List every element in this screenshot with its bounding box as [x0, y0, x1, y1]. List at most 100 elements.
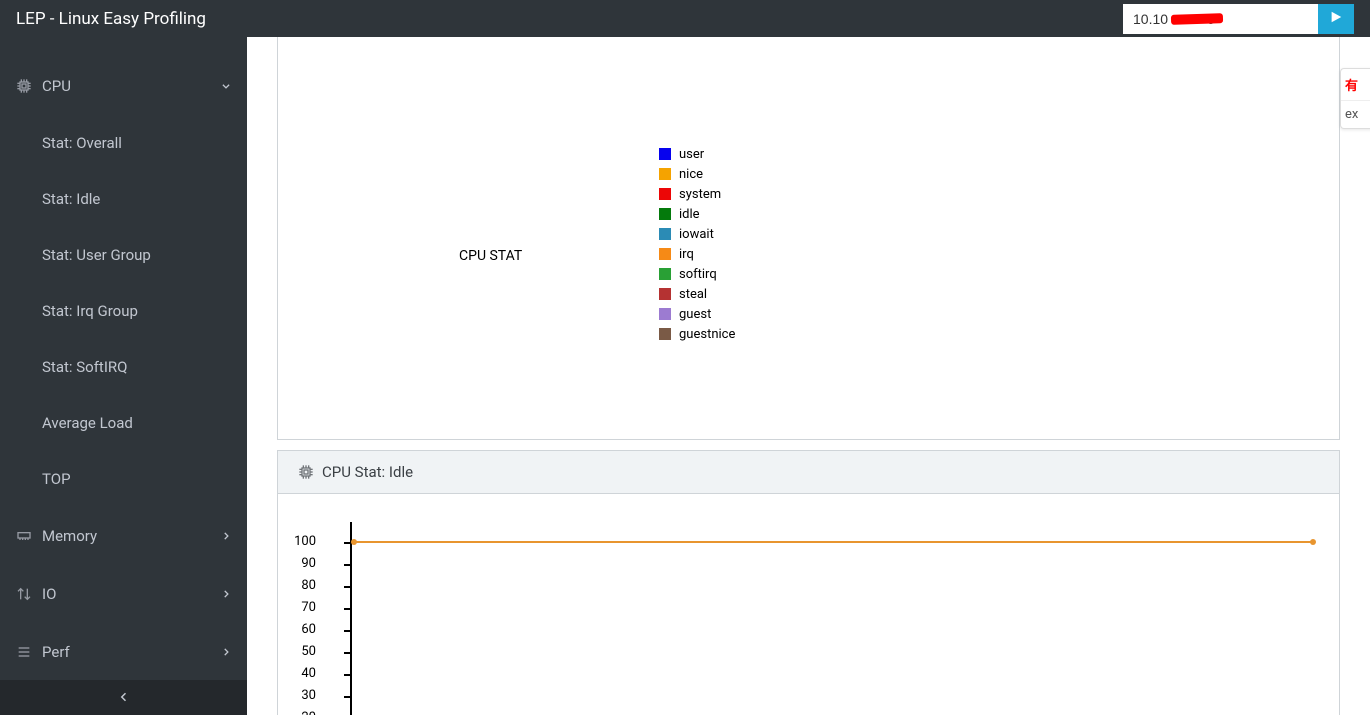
- legend-item-idle: idle: [659, 204, 735, 224]
- sidebar-sub-stat-user-group[interactable]: Stat: User Group: [0, 227, 247, 283]
- chevron-right-icon: [221, 585, 231, 603]
- y-tick: 90: [286, 556, 316, 571]
- chart-legend: user nice system idle iowait irq softirq…: [659, 144, 735, 344]
- card-title: CPU Stat: Idle: [322, 463, 413, 481]
- sidebar-sub-stat-irq-group[interactable]: Stat: Irq Group: [0, 283, 247, 339]
- sidebar: CPU Stat: Overall Stat: Idle Stat: User …: [0, 37, 247, 715]
- legend-item-guest: guest: [659, 304, 735, 324]
- legend-label: irq: [679, 247, 694, 262]
- legend-label: softirq: [679, 267, 717, 282]
- app-title: LEP - Linux Easy Profiling: [16, 9, 206, 29]
- legend-item-user: user: [659, 144, 735, 164]
- chevron-down-icon: [221, 77, 231, 95]
- swatch-icon: [659, 308, 671, 320]
- side-floating-panel[interactable]: 有 ex: [1340, 68, 1370, 129]
- y-tick: 50: [286, 644, 316, 659]
- main-content: CPU STAT user nice system idle iowait ir…: [247, 37, 1370, 715]
- y-tick-mark: [344, 586, 352, 588]
- chart-title: CPU STAT: [459, 248, 522, 264]
- side-note-line1: 有: [1345, 75, 1368, 94]
- sidebar-sub-label: Stat: SoftIRQ: [42, 358, 127, 376]
- swatch-icon: [659, 148, 671, 160]
- legend-label: guest: [679, 307, 711, 322]
- legend-item-iowait: iowait: [659, 224, 735, 244]
- chevron-left-icon: [118, 688, 130, 707]
- card-cpu-stat-legend: CPU STAT user nice system idle iowait ir…: [277, 37, 1340, 440]
- sidebar-sub-stat-softirq[interactable]: Stat: SoftIRQ: [0, 339, 247, 395]
- sidebar-item-label: Perf: [42, 643, 70, 661]
- y-tick: 100: [286, 534, 316, 549]
- ip-connect-group: [1123, 4, 1354, 34]
- y-tick: 80: [286, 578, 316, 593]
- sidebar-sub-top[interactable]: TOP: [0, 451, 247, 507]
- legend-item-irq: irq: [659, 244, 735, 264]
- y-tick-mark: [344, 630, 352, 632]
- y-axis-line: [350, 522, 352, 715]
- swatch-icon: [659, 228, 671, 240]
- swatch-icon: [659, 168, 671, 180]
- sidebar-item-label: IO: [42, 585, 56, 603]
- swatch-icon: [659, 248, 671, 260]
- legend-item-guestnice: guestnice: [659, 324, 735, 344]
- play-icon: [1329, 9, 1343, 28]
- y-tick-mark: [344, 608, 352, 610]
- legend-item-steal: steal: [659, 284, 735, 304]
- legend-item-system: system: [659, 184, 735, 204]
- data-point: [351, 539, 357, 545]
- side-note-line2: ex: [1345, 107, 1368, 122]
- y-tick: 20: [286, 710, 316, 715]
- sidebar-item-perf[interactable]: Perf: [0, 623, 247, 680]
- card-header: CPU Stat: Idle: [278, 451, 1339, 494]
- swatch-icon: [659, 288, 671, 300]
- legend-label: iowait: [679, 227, 714, 242]
- sidebar-item-memory[interactable]: Memory: [0, 507, 247, 565]
- y-tick: 40: [286, 666, 316, 681]
- sidebar-item-cpu[interactable]: CPU: [0, 57, 247, 115]
- y-tick-mark: [344, 674, 352, 676]
- ip-input-wrap: [1123, 4, 1318, 34]
- swatch-icon: [659, 208, 671, 220]
- legend-label: steal: [679, 287, 707, 302]
- data-point: [1310, 539, 1316, 545]
- sidebar-item-io[interactable]: IO: [0, 565, 247, 623]
- y-tick-mark: [344, 564, 352, 566]
- divider: [1341, 100, 1370, 101]
- legend-label: nice: [679, 167, 703, 182]
- y-tick: 70: [286, 600, 316, 615]
- legend-item-softirq: softirq: [659, 264, 735, 284]
- sidebar-sub-average-load[interactable]: Average Load: [0, 395, 247, 451]
- sidebar-sub-label: Stat: Idle: [42, 190, 100, 208]
- memory-icon: [16, 528, 32, 544]
- chevron-right-icon: [221, 527, 231, 545]
- sidebar-item-label: CPU: [42, 77, 71, 95]
- cpu-icon: [298, 464, 314, 480]
- y-tick: 30: [286, 688, 316, 703]
- top-bar: LEP - Linux Easy Profiling: [0, 0, 1370, 37]
- y-tick-mark: [344, 652, 352, 654]
- swatch-icon: [659, 268, 671, 280]
- swatch-icon: [659, 188, 671, 200]
- legend-item-nice: nice: [659, 164, 735, 184]
- swatch-icon: [659, 328, 671, 340]
- sidebar-sub-label: Average Load: [42, 414, 133, 432]
- legend-label: guestnice: [679, 327, 735, 342]
- sidebar-item-label: Memory: [42, 527, 97, 545]
- sidebar-sub-label: Stat: Overall: [42, 134, 122, 152]
- sidebar-sub-label: Stat: Irq Group: [42, 302, 138, 320]
- legend-label: system: [679, 187, 721, 202]
- idle-data-line: [354, 541, 1313, 543]
- y-tick: 60: [286, 622, 316, 637]
- sidebar-sub-label: TOP: [42, 470, 71, 488]
- chevron-right-icon: [221, 643, 231, 661]
- cpu-icon: [16, 78, 32, 94]
- sidebar-sub-label: Stat: User Group: [42, 246, 151, 264]
- sidebar-sub-stat-overall[interactable]: Stat: Overall: [0, 115, 247, 171]
- legend-label: idle: [679, 207, 700, 222]
- io-icon: [16, 586, 32, 602]
- idle-line-chart: 100 90 80 70 60 50 40 30 20: [298, 514, 1319, 715]
- y-tick-mark: [344, 696, 352, 698]
- sidebar-collapse-button[interactable]: [0, 680, 247, 715]
- connect-button[interactable]: [1318, 4, 1354, 34]
- redaction-mark: [1171, 13, 1223, 25]
- sidebar-sub-stat-idle[interactable]: Stat: Idle: [0, 171, 247, 227]
